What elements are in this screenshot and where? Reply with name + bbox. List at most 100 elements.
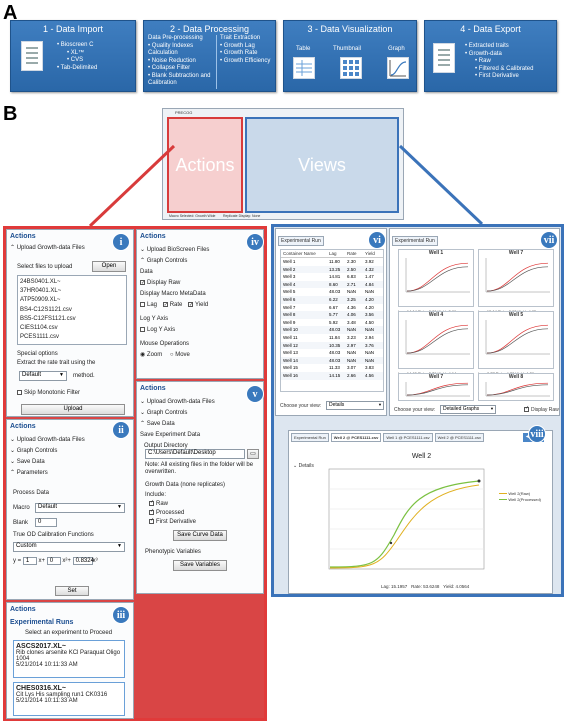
file-item[interactable]: 37HR0401.XL~ bbox=[20, 287, 124, 296]
table-row[interactable]: Well 8 5.77 4.06 3.56 bbox=[281, 311, 383, 319]
display-raw-checkbox[interactable]: Display Raw bbox=[140, 278, 260, 289]
column-header[interactable]: Lag bbox=[327, 251, 345, 256]
upload-item[interactable]: ⌄ Upload BioScreen Files bbox=[140, 245, 260, 256]
details-label: Details bbox=[298, 463, 314, 469]
table-row[interactable]: Well 14 48.03 NaN NaN bbox=[281, 356, 383, 365]
panel-vii: Experimental Run Well 1Lag: 14.14 Rate: … bbox=[389, 228, 560, 416]
tab-experimental-run[interactable]: Experimental Run bbox=[278, 236, 324, 246]
roman-label-i: i bbox=[112, 233, 130, 251]
logy-checkbox[interactable]: Log Y Axis bbox=[140, 325, 260, 336]
folder-icon[interactable]: ▭ bbox=[247, 449, 259, 459]
upload-button[interactable]: Upload bbox=[21, 404, 125, 415]
rate-checkbox[interactable]: Rate bbox=[162, 301, 182, 308]
table-row[interactable]: Well 9 5.92 3.48 4.50 bbox=[281, 319, 383, 327]
save-vars-button[interactable]: Save Variables bbox=[173, 560, 227, 571]
choose-view-label: Choose your view: bbox=[280, 403, 322, 409]
save-data-item[interactable]: ⌃ Save Data bbox=[140, 419, 260, 430]
graph-controls-item[interactable]: ⌄ Graph Controls bbox=[140, 408, 260, 419]
table-row[interactable]: Well 15 11.33 3.07 3.83 bbox=[281, 364, 383, 372]
view-select[interactable]: Detailed Graphs ▼ bbox=[440, 405, 496, 414]
table-cell: 5.92 bbox=[329, 319, 338, 325]
well-thumbnail[interactable]: Well 7 bbox=[478, 249, 554, 307]
well-thumbnail[interactable]: Well 5 bbox=[478, 311, 554, 369]
graph-controls-item[interactable]: ⌄ Graph Controls bbox=[10, 446, 130, 457]
table-row[interactable]: Well 12 10.35 2.97 3.76 bbox=[281, 341, 383, 350]
eq-input-0[interactable]: 0 bbox=[46, 557, 61, 565]
file-list[interactable]: 24BS0401.XL~ 37HR0401.XL~ ATP50909.XL~ B… bbox=[17, 275, 127, 345]
lag-checkbox[interactable]: Lag bbox=[140, 301, 157, 308]
file-item[interactable]: BS5-C12FS1121.csv bbox=[20, 315, 124, 324]
output-dir-input[interactable]: C:\Users\Default\Desktop bbox=[145, 449, 245, 459]
save-data-item[interactable]: ⌄ Save Data bbox=[10, 457, 130, 468]
table-cell: 6.83 bbox=[347, 274, 356, 280]
tab-well-2[interactable]: Well 2 @ PCES1111.csv bbox=[330, 433, 382, 442]
table-row[interactable]: Well 1 11.80 2.30 3.92 bbox=[281, 258, 383, 266]
column-header[interactable]: Yield bbox=[363, 251, 381, 256]
table-cell: NaN bbox=[365, 357, 375, 363]
file-item[interactable]: ATP50909.XL~ bbox=[20, 296, 124, 305]
details-toggle[interactable]: ⌄ Details bbox=[293, 463, 314, 469]
file-item[interactable]: PCES1111.csv bbox=[20, 333, 124, 342]
column-header[interactable]: Rate bbox=[345, 251, 363, 256]
tab-experimental-run[interactable]: Experimental Run bbox=[392, 236, 438, 246]
table-cell: 3.83 bbox=[365, 365, 374, 371]
skip-monotonic-checkbox[interactable]: Skip Monotonic Filter bbox=[17, 390, 80, 396]
eq-input-1[interactable]: 1 bbox=[22, 557, 37, 565]
run-card[interactable]: CHES0316.XL~ Cit Lys His sampling run1 C… bbox=[13, 682, 125, 716]
table-row[interactable]: Well 7 6.67 4.36 4.20 bbox=[281, 304, 383, 312]
file-item[interactable]: 24BS0401.XL~ bbox=[20, 278, 124, 287]
table-row[interactable]: Well 6 6.22 3.25 4.20 bbox=[281, 295, 383, 304]
table-row[interactable]: Well 3 14.81 6.83 1.47 bbox=[281, 273, 383, 281]
first-deriv-checkbox[interactable]: First Derivative bbox=[149, 519, 196, 525]
well-thumbnail[interactable]: Well 8 bbox=[478, 373, 554, 401]
table-row[interactable]: Well 11 11.84 3.23 2.94 bbox=[281, 334, 383, 342]
thumbnail-axis bbox=[405, 320, 470, 355]
calibration-select[interactable]: Custom ▼ bbox=[13, 542, 125, 552]
table-cell: 5.77 bbox=[329, 312, 338, 318]
roman-label-vi: vi bbox=[368, 231, 386, 249]
view-select[interactable]: Details ▼ bbox=[326, 401, 384, 410]
file-item[interactable]: CIES1104.csv bbox=[20, 324, 124, 333]
move-radio[interactable]: ○ Move bbox=[170, 352, 190, 358]
table-row[interactable]: Well 4 8.60 2.71 4.84 bbox=[281, 280, 383, 289]
save-curve-button[interactable]: Save Curve Data bbox=[173, 530, 227, 541]
tab-well-1[interactable]: Well 1 @ PCES1111.csv bbox=[383, 433, 433, 442]
blank-input[interactable]: 0 bbox=[35, 518, 57, 527]
table-cell: Well 10 bbox=[283, 327, 298, 333]
upload-item[interactable]: ⌄ Upload Growth-data Files bbox=[10, 435, 130, 446]
processed-checkbox[interactable]: Processed bbox=[149, 510, 184, 516]
macro-select[interactable]: Default ▼ bbox=[35, 503, 125, 513]
eq-input-coef[interactable]: 0.8324 bbox=[72, 557, 94, 565]
table-cell: 2.66 bbox=[347, 372, 356, 378]
chevron-up-icon: ⌃ bbox=[10, 245, 17, 251]
table-cell: 3.76 bbox=[365, 342, 374, 348]
table-row[interactable]: Well 10 48.03 NaN NaN bbox=[281, 326, 383, 334]
graph-controls-item[interactable]: ⌃ Graph Controls bbox=[140, 256, 260, 267]
tab-experimental-run[interactable]: Experimental Run bbox=[291, 433, 329, 442]
method-select[interactable]: Default ▼ bbox=[19, 371, 67, 381]
column-header[interactable]: Container Name bbox=[281, 251, 327, 256]
raw-checkbox[interactable]: Raw bbox=[149, 501, 168, 507]
well-thumbnail[interactable]: Well 1 bbox=[398, 249, 474, 307]
well-thumbnail[interactable]: Well 4 bbox=[398, 311, 474, 369]
zoom-radio[interactable]: ◉ Zoom bbox=[140, 352, 162, 358]
yield-checkbox[interactable]: Yield bbox=[188, 301, 208, 308]
table-row[interactable]: Well 16 14.15 2.66 4.56 bbox=[281, 371, 383, 380]
upload-item[interactable]: ⌄ Upload Growth-data Files bbox=[140, 397, 260, 408]
table-cell: 14.81 bbox=[329, 274, 341, 280]
table-row[interactable]: Well 5 48.03 NaN NaN bbox=[281, 288, 383, 296]
rate-value: 53.6248 bbox=[423, 584, 440, 589]
table-row[interactable]: Well 2 13.25 2.50 4.32 bbox=[281, 265, 383, 274]
tab-well-2-alt[interactable]: Well 2 @ PCES1111.csv bbox=[434, 433, 485, 442]
set-button[interactable]: Set bbox=[55, 586, 89, 596]
table-cell: 11.84 bbox=[329, 334, 340, 340]
table-cell: NaN bbox=[365, 350, 375, 356]
table-row[interactable]: Well 13 48.03 NaN NaN bbox=[281, 349, 383, 357]
run-card[interactable]: ASCS2017.XL~ Rib clones arsenite KCl Par… bbox=[13, 640, 125, 678]
open-button[interactable]: Open bbox=[92, 261, 126, 272]
display-raw-checkbox[interactable]: Display Raw bbox=[524, 407, 559, 413]
parameters-item[interactable]: ⌃ Parameters bbox=[10, 468, 130, 479]
well-thumbnail[interactable]: Well 7 bbox=[398, 373, 474, 401]
run-name: ASCS2017.XL~ bbox=[16, 643, 66, 650]
file-item[interactable]: BS4-C12S1121.csv bbox=[20, 306, 124, 315]
